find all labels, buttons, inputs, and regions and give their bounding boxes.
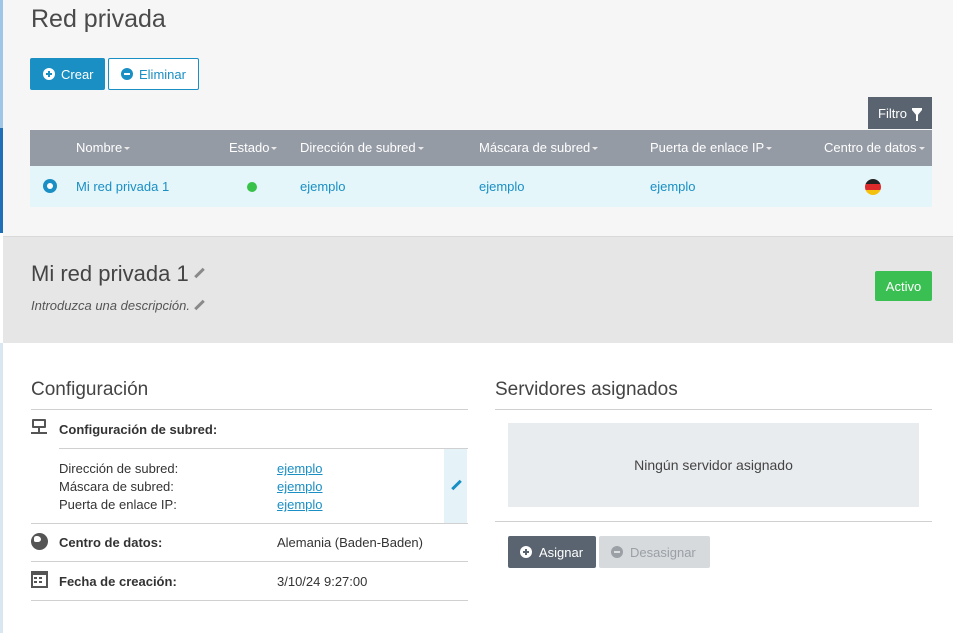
sort-caret-icon xyxy=(592,147,599,151)
sort-caret-icon xyxy=(417,147,424,151)
gateway-value[interactable]: ejemplo xyxy=(277,497,323,512)
row-name[interactable]: Mi red privada 1 xyxy=(76,179,169,194)
sort-caret-icon xyxy=(918,147,925,151)
datacenter-value: Alemania (Baden-Baden) xyxy=(277,535,423,550)
column-header-mask[interactable]: Máscara de subred xyxy=(479,140,599,155)
subnet-address-value[interactable]: ejemplo xyxy=(277,461,323,476)
datacenter-label: Centro de datos: xyxy=(59,535,163,550)
filter-button[interactable]: Filtro xyxy=(868,97,932,129)
plus-circle-icon xyxy=(520,546,532,558)
row-select-radio[interactable] xyxy=(43,179,57,193)
column-header-name[interactable]: Nombre xyxy=(76,140,131,155)
subnet-address-label: Dirección de subred: xyxy=(59,461,179,476)
globe-icon xyxy=(31,533,48,550)
column-header-status[interactable]: Estado xyxy=(229,140,278,155)
row-subnet: ejemplo xyxy=(300,179,346,194)
servers-section-title: Servidores asignados xyxy=(495,379,678,400)
create-button[interactable]: Crear xyxy=(30,58,105,90)
subnet-mask-value[interactable]: ejemplo xyxy=(277,479,323,494)
empty-servers-box: Ningún servidor asignado xyxy=(508,423,919,507)
network-title: Mi red privada 1 xyxy=(31,261,205,287)
page-title: Red privada xyxy=(31,5,166,33)
divider xyxy=(31,523,468,524)
networks-table: Nombre Estado Dirección de subred Máscar… xyxy=(30,130,932,207)
network-description[interactable]: Introduzca una descripción. xyxy=(31,298,205,313)
status-badge: Activo xyxy=(875,271,932,301)
divider xyxy=(495,521,932,522)
assign-button[interactable]: Asignar xyxy=(508,536,596,568)
create-button-label: Crear xyxy=(61,66,94,82)
empty-servers-text: Ningún servidor asignado xyxy=(634,457,793,473)
assign-button-label: Asignar xyxy=(539,544,584,560)
divider xyxy=(31,600,468,601)
minus-circle-icon xyxy=(121,68,133,80)
pencil-icon xyxy=(450,480,462,492)
status-active-dot-icon xyxy=(247,182,257,192)
delete-button[interactable]: Eliminar xyxy=(108,58,199,90)
subnet-mask-label: Máscara de subred: xyxy=(59,479,174,494)
subnet-config-label: Configuración de subred: xyxy=(59,422,218,437)
table-row[interactable]: Mi red privada 1 ejemplo ejemplo ejemplo xyxy=(30,166,932,207)
delete-button-label: Eliminar xyxy=(139,66,186,82)
sort-caret-icon xyxy=(766,147,773,151)
sort-caret-icon xyxy=(271,147,278,151)
config-section-title: Configuración xyxy=(31,379,149,400)
column-header-gateway[interactable]: Puerta de enlace IP xyxy=(650,140,773,155)
list-panel: Red privada Crear Eliminar Filtro Nombre… xyxy=(3,0,953,236)
divider xyxy=(59,448,468,449)
network-title-text: Mi red privada 1 xyxy=(31,261,189,286)
edit-description-pencil-icon[interactable] xyxy=(193,300,205,312)
column-header-subnet[interactable]: Dirección de subred xyxy=(300,140,424,155)
table-header: Nombre Estado Dirección de subred Máscar… xyxy=(30,130,932,166)
unassign-button[interactable]: Desasignar xyxy=(599,536,710,568)
row-mask: ejemplo xyxy=(479,179,525,194)
column-header-datacenter[interactable]: Centro de datos xyxy=(824,140,925,155)
created-value: 3/10/24 9:27:00 xyxy=(277,574,368,589)
network-config-icon xyxy=(31,419,47,437)
divider xyxy=(495,409,932,410)
divider xyxy=(31,409,468,410)
plus-circle-icon xyxy=(43,68,55,80)
germany-flag-icon xyxy=(865,179,881,195)
filter-button-label: Filtro xyxy=(878,105,907,121)
row-gateway: ejemplo xyxy=(650,179,696,194)
minus-circle-icon xyxy=(611,546,623,558)
edit-subnet-button[interactable] xyxy=(444,449,467,523)
sort-caret-icon xyxy=(124,147,131,151)
gateway-label: Puerta de enlace IP: xyxy=(59,497,177,512)
calendar-icon xyxy=(31,571,48,588)
description-placeholder: Introduzca una descripción. xyxy=(31,298,190,313)
created-label: Fecha de creación: xyxy=(59,574,177,589)
filter-icon xyxy=(911,108,922,121)
edit-title-pencil-icon[interactable] xyxy=(193,268,205,280)
detail-header: Mi red privada 1 Introduzca una descripc… xyxy=(3,236,953,343)
divider xyxy=(31,561,468,562)
unassign-button-label: Desasignar xyxy=(630,544,696,560)
